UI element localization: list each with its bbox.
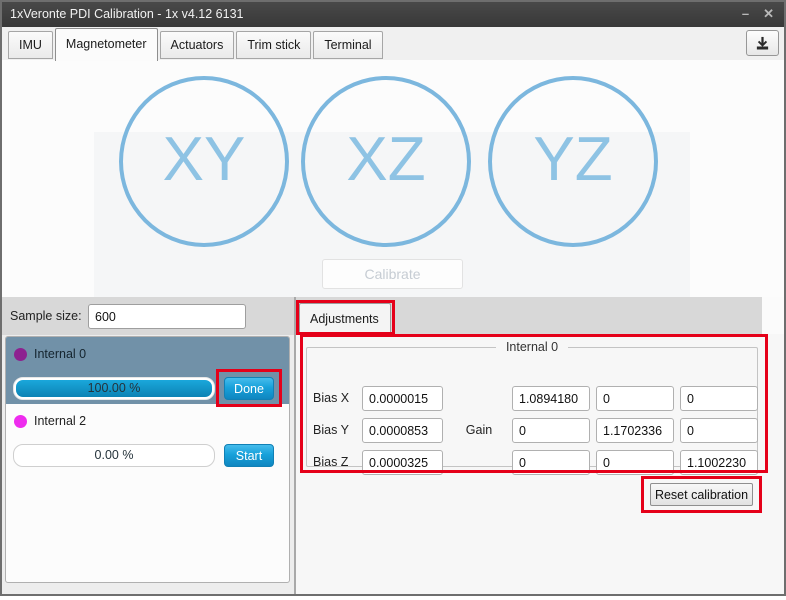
minimize-button[interactable]: – <box>742 0 749 27</box>
sensor-list: Internal 0 100.00 % Done Internal 2 0.00… <box>5 336 290 583</box>
gain-input-2-2[interactable] <box>680 450 758 475</box>
progress-bar-internal-0: 100.00 % <box>13 377 215 400</box>
panel-divider <box>294 297 296 594</box>
close-button[interactable]: ✕ <box>763 0 774 27</box>
done-button[interactable]: Done <box>224 377 274 400</box>
progress-value: 100.00 % <box>14 378 214 399</box>
tab-magnetometer[interactable]: Magnetometer <box>55 28 158 61</box>
gain-input-0-0[interactable] <box>512 386 590 411</box>
tab-adjustments[interactable]: Adjustments <box>299 303 391 335</box>
bias-z-label: Bias Z <box>313 450 361 474</box>
sensor-name: Internal 2 <box>34 414 86 428</box>
progress-bar-internal-2: 0.00 % <box>13 444 215 467</box>
gain-input-0-1[interactable] <box>596 386 674 411</box>
gain-input-1-1[interactable] <box>596 418 674 443</box>
bias-y-input[interactable] <box>362 418 443 443</box>
window-title: 1xVeronte PDI Calibration - 1x v4.12 613… <box>10 7 243 21</box>
progress-value: 0.00 % <box>14 445 214 466</box>
gain-input-1-2[interactable] <box>680 418 758 443</box>
gain-input-0-2[interactable] <box>680 386 758 411</box>
download-button[interactable] <box>746 30 779 56</box>
bias-y-label: Bias Y <box>313 418 361 442</box>
tab-imu[interactable]: IMU <box>8 31 53 59</box>
sensor-row-internal-2[interactable]: Internal 2 0.00 % Start <box>6 404 289 471</box>
plane-indicator-xy: XY <box>119 76 289 247</box>
sample-size-label: Sample size: <box>10 309 82 323</box>
bias-x-label: Bias X <box>313 386 361 410</box>
gain-input-2-0[interactable] <box>512 450 590 475</box>
sensor-name: Internal 0 <box>34 347 86 361</box>
internal-0-group: Internal 0 Bias X Bias Y Bias Z Gain <box>306 340 758 467</box>
group-title: Internal 0 <box>496 340 568 354</box>
app-window: 1xVeronte PDI Calibration - 1x v4.12 613… <box>0 0 786 596</box>
download-icon <box>755 36 770 51</box>
bias-z-input[interactable] <box>362 450 443 475</box>
start-button[interactable]: Start <box>224 444 274 467</box>
calibrate-button[interactable]: Calibrate <box>322 259 463 289</box>
gain-label: Gain <box>459 418 499 442</box>
plane-indicator-xz: XZ <box>301 76 471 247</box>
gain-input-1-0[interactable] <box>512 418 590 443</box>
title-bar: 1xVeronte PDI Calibration - 1x v4.12 613… <box>0 0 786 27</box>
tab-terminal[interactable]: Terminal <box>313 31 382 59</box>
plane-label-xy: XY <box>123 80 285 240</box>
plane-label-yz: YZ <box>492 80 654 240</box>
bias-x-input[interactable] <box>362 386 443 411</box>
sensor-color-dot-internal-2 <box>14 415 27 428</box>
sensor-color-dot-internal-0 <box>14 348 27 361</box>
plane-indicator-yz: YZ <box>488 76 658 247</box>
reset-calibration-button[interactable]: Reset calibration <box>650 483 753 506</box>
plane-label-xz: XZ <box>305 80 467 240</box>
sensor-row-internal-0[interactable]: Internal 0 100.00 % Done <box>6 337 289 404</box>
tab-bar: IMU Magnetometer Actuators Trim stick Te… <box>0 27 786 60</box>
tab-actuators[interactable]: Actuators <box>160 31 235 59</box>
sample-size-input[interactable] <box>88 304 246 329</box>
gain-input-2-1[interactable] <box>596 450 674 475</box>
tab-trim-stick[interactable]: Trim stick <box>236 31 311 59</box>
